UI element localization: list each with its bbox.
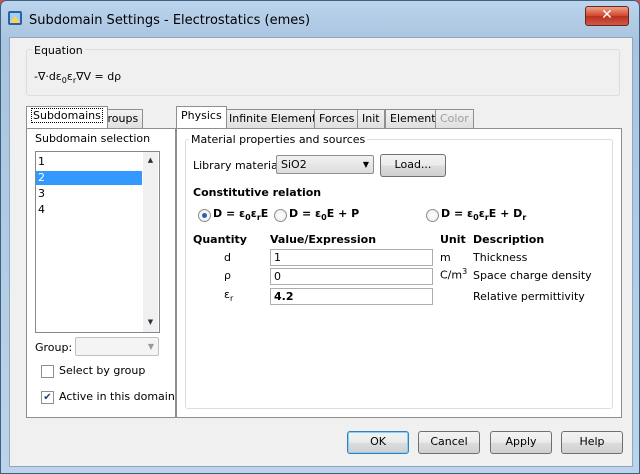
group-label: Group: <box>35 341 73 354</box>
header-description: Description <box>473 233 545 246</box>
dialog-window: Subdomain Settings - Electrostatics (eme… <box>0 0 640 474</box>
right-tab-strip: Physics Infinite Elements Forces Init El… <box>176 106 626 129</box>
tab-infinite-elements[interactable]: Infinite Elements <box>224 109 328 128</box>
library-material-label: Library material: <box>193 159 285 172</box>
tab-forces[interactable]: Forces <box>314 109 360 128</box>
thickness-input[interactable]: 1 <box>270 249 433 266</box>
constitutive-radio-polarization[interactable] <box>274 209 287 222</box>
dialog-client: Equation -∇·dε0εr∇V = dρ Subdomains Grou… <box>9 37 633 467</box>
app-icon <box>8 11 22 25</box>
quantity-rho: ρ <box>224 269 231 282</box>
subdomains-panel: Subdomain selection 1 2 3 4 ▲ ▼ Group: ▼… <box>26 128 176 418</box>
library-material-select[interactable]: SiO2 ▼ <box>276 155 374 174</box>
scroll-down-icon[interactable]: ▼ <box>143 315 158 329</box>
header-quantity: Quantity <box>193 233 247 246</box>
description-relative-permittivity: Relative permittivity <box>473 290 585 303</box>
window-title: Subdomain Settings - Electrostatics (eme… <box>29 13 311 28</box>
constitutive-option-eps-r: D = ε0εrE <box>213 207 269 223</box>
unit-space-charge: C/m3 <box>440 267 468 282</box>
group-select[interactable]: ▼ <box>75 337 159 356</box>
unit-thickness: m <box>440 251 451 264</box>
equation-legend: Equation <box>32 44 85 57</box>
list-item[interactable]: 3 <box>36 187 142 201</box>
checkmark-icon: ✔ <box>43 392 52 403</box>
tab-init[interactable]: Init <box>357 109 385 128</box>
select-by-group-label: Select by group <box>59 364 146 377</box>
header-value: Value/Expression <box>270 233 377 246</box>
ok-button[interactable]: OK <box>347 431 409 454</box>
list-item-selected[interactable]: 2 <box>36 171 142 185</box>
subdomain-listbox[interactable]: 1 2 3 4 ▲ ▼ <box>35 151 160 333</box>
scroll-up-icon[interactable]: ▲ <box>143 153 158 167</box>
constitutive-radio-eps-r[interactable] <box>198 209 211 222</box>
physics-panel: Material properties and sources Library … <box>176 128 622 418</box>
tab-element[interactable]: Element <box>385 109 441 128</box>
subdomain-selection-legend: Subdomain selection <box>35 132 151 145</box>
description-space-charge: Space charge density <box>473 269 592 282</box>
active-in-domain-checkbox[interactable]: ✔ <box>41 391 54 404</box>
tab-physics[interactable]: Physics <box>176 106 227 128</box>
list-item[interactable]: 1 <box>36 155 142 169</box>
constitutive-option-remanent: D = ε0εrE + Dr <box>441 207 527 223</box>
constitutive-option-polarization: D = ε0E + P <box>289 207 360 223</box>
load-button[interactable]: Load... <box>380 154 446 177</box>
close-button[interactable]: ✕ <box>585 6 629 26</box>
header-unit: Unit <box>440 233 466 246</box>
active-in-domain-label: Active in this domain <box>59 390 175 403</box>
list-item[interactable]: 4 <box>36 203 142 217</box>
select-by-group-checkbox[interactable] <box>41 365 54 378</box>
list-scrollbar[interactable]: ▲ ▼ <box>143 152 158 332</box>
close-icon: ✕ <box>601 7 613 23</box>
help-button[interactable]: Help <box>561 431 623 454</box>
constitutive-radio-remanent[interactable] <box>426 209 439 222</box>
quantity-eps-r: εr <box>224 288 234 304</box>
chevron-down-icon: ▼ <box>147 342 154 351</box>
tab-color: Color <box>435 109 474 128</box>
description-thickness: Thickness <box>473 251 528 264</box>
left-tab-strip: Subdomains Groups <box>26 106 174 129</box>
space-charge-input[interactable]: 0 <box>270 268 433 285</box>
constitutive-heading: Constitutive relation <box>193 186 322 199</box>
apply-button[interactable]: Apply <box>490 431 552 454</box>
tab-subdomains[interactable]: Subdomains <box>26 106 108 128</box>
relative-permittivity-input[interactable]: 4.2 <box>270 288 433 305</box>
chevron-down-icon: ▼ <box>362 160 369 169</box>
equation-formula: -∇·dε0εr∇V = dρ <box>34 70 122 86</box>
quantity-d: d <box>224 251 231 264</box>
cancel-button[interactable]: Cancel <box>418 431 480 454</box>
material-legend: Material properties and sources <box>189 133 368 146</box>
title-bar[interactable]: Subdomain Settings - Electrostatics (eme… <box>1 1 639 37</box>
